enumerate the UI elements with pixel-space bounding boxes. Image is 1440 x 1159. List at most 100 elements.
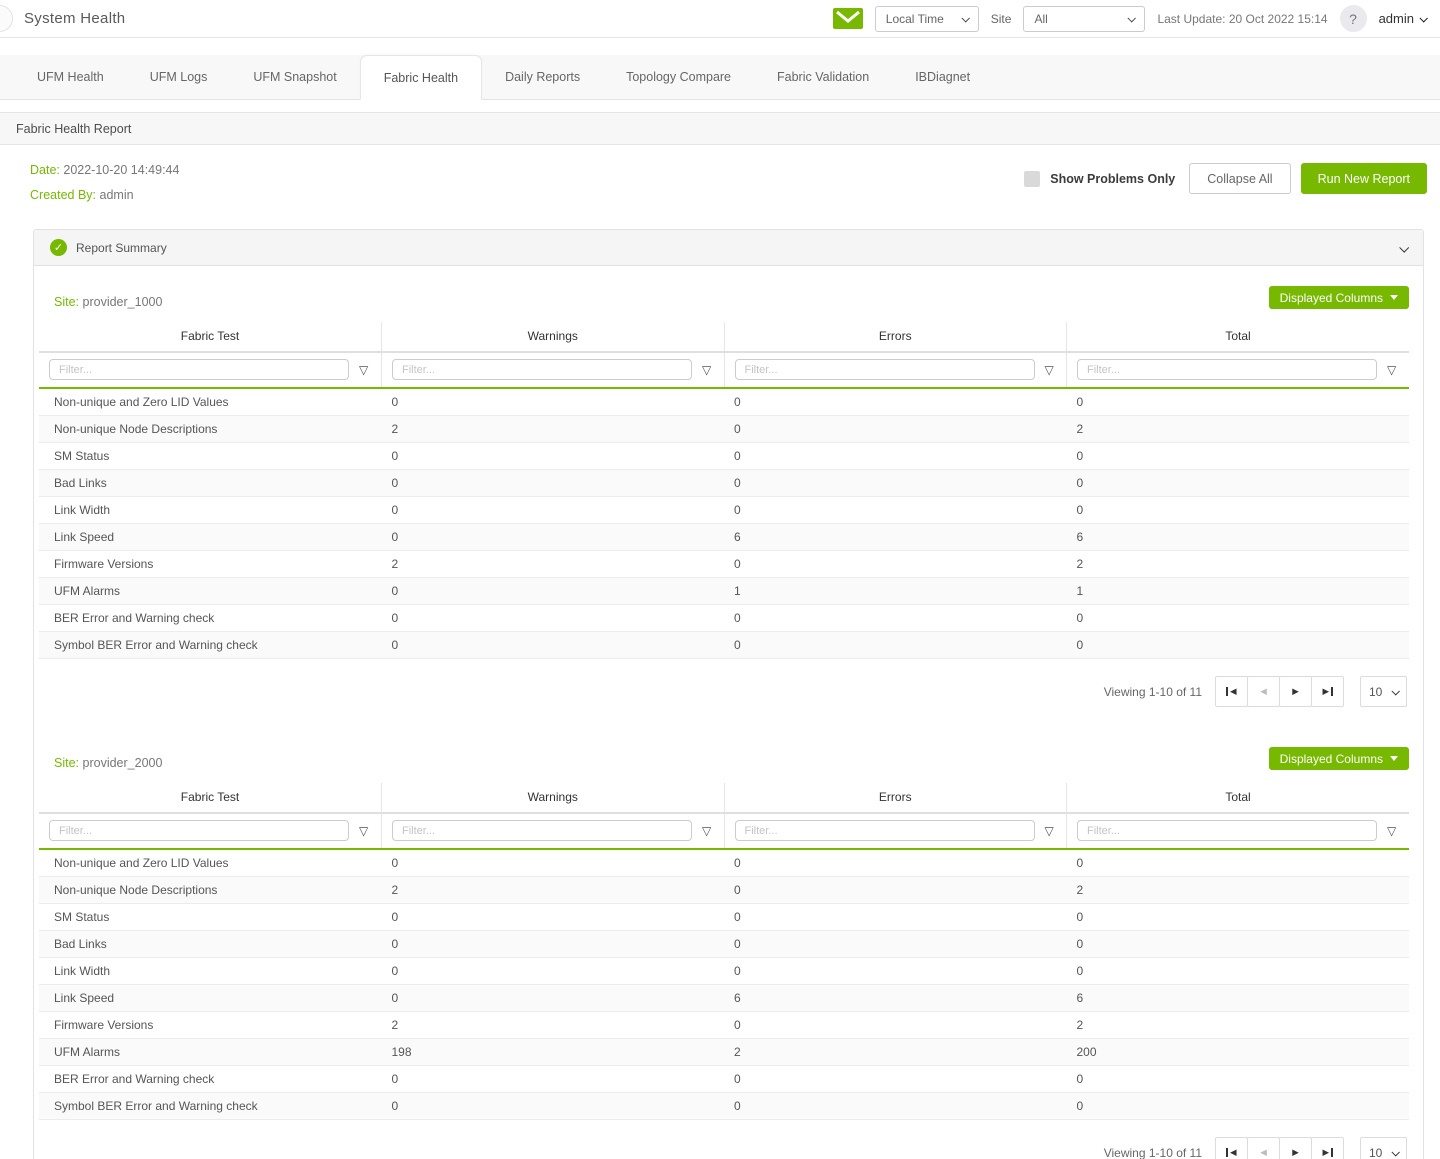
cell-errors: 0 — [724, 1066, 1067, 1093]
page-size-value: 10 — [1369, 685, 1382, 699]
first-page-button[interactable]: ◀ — [1215, 1137, 1248, 1159]
displayed-columns-button[interactable]: Displayed Columns — [1269, 286, 1409, 309]
column-filter-input[interactable] — [1077, 820, 1377, 841]
tab-fabric-health[interactable]: Fabric Health — [360, 55, 482, 100]
page-title: System Health — [24, 10, 125, 27]
column-filter-input[interactable] — [392, 820, 692, 841]
table-row[interactable]: UFM Alarms1982200 — [39, 1039, 1409, 1066]
timezone-select[interactable]: Local Time — [875, 6, 979, 32]
site-line: Site: provider_2000 — [54, 756, 162, 770]
tab-ibdiagnet[interactable]: IBDiagnet — [892, 55, 993, 99]
cell-fabric-test: SM Status — [39, 443, 382, 470]
table-row[interactable]: Firmware Versions202 — [39, 1012, 1409, 1039]
tab-fabric-validation[interactable]: Fabric Validation — [754, 55, 892, 99]
table-row[interactable]: Link Speed066 — [39, 985, 1409, 1012]
date-value: 2022-10-20 14:49:44 — [63, 163, 179, 177]
displayed-columns-button[interactable]: Displayed Columns — [1269, 747, 1409, 770]
column-filter-input[interactable] — [49, 820, 349, 841]
filter-funnel-icon[interactable]: ▽ — [359, 364, 368, 376]
column-header-fabric-test[interactable]: Fabric Test — [39, 322, 382, 352]
cell-errors: 0 — [724, 551, 1067, 578]
timezone-selected-value: Local Time — [886, 12, 944, 26]
previous-page-button[interactable]: ◀ — [1247, 676, 1280, 707]
column-header-warnings[interactable]: Warnings — [382, 783, 725, 813]
table-row[interactable]: Link Width000 — [39, 958, 1409, 985]
filter-funnel-icon[interactable]: ▽ — [702, 825, 711, 837]
table-row[interactable]: BER Error and Warning check000 — [39, 1066, 1409, 1093]
cell-errors: 6 — [724, 985, 1067, 1012]
column-filter-input[interactable] — [1077, 359, 1377, 380]
column-header-errors[interactable]: Errors — [724, 322, 1067, 352]
first-page-button[interactable]: ◀ — [1215, 676, 1248, 707]
column-filter-input[interactable] — [49, 359, 349, 380]
filter-funnel-icon[interactable]: ▽ — [1387, 364, 1396, 376]
filter-funnel-icon[interactable]: ▽ — [1045, 364, 1054, 376]
collapse-all-button[interactable]: Collapse All — [1189, 163, 1290, 194]
table-row[interactable]: Symbol BER Error and Warning check000 — [39, 1093, 1409, 1120]
column-filter-input[interactable] — [735, 359, 1035, 380]
table-row[interactable]: Non-unique Node Descriptions202 — [39, 416, 1409, 443]
site-label: Site: — [54, 756, 79, 770]
last-page-button[interactable]: ▶ — [1311, 676, 1344, 707]
fabric-health-table: Fabric TestWarningsErrorsTotal ▽ ▽ ▽ ▽ N… — [39, 322, 1409, 659]
tab-ufm-snapshot[interactable]: UFM Snapshot — [230, 55, 359, 99]
tab-topology-compare[interactable]: Topology Compare — [603, 55, 754, 99]
table-row[interactable]: UFM Alarms011 — [39, 578, 1409, 605]
column-header-warnings[interactable]: Warnings — [382, 322, 725, 352]
collapse-section-control[interactable] — [1400, 241, 1407, 255]
table-row[interactable]: SM Status000 — [39, 904, 1409, 931]
cell-fabric-test: Non-unique Node Descriptions — [39, 877, 382, 904]
column-header-total[interactable]: Total — [1067, 783, 1410, 813]
cell-total: 0 — [1067, 1093, 1410, 1120]
column-header-errors[interactable]: Errors — [724, 783, 1067, 813]
next-page-button[interactable]: ▶ — [1279, 1137, 1312, 1159]
cell-total: 0 — [1067, 958, 1410, 985]
tab-daily-reports[interactable]: Daily Reports — [482, 55, 603, 99]
filter-funnel-icon[interactable]: ▽ — [359, 825, 368, 837]
next-page-icon: ▶ — [1292, 1147, 1299, 1158]
table-row[interactable]: Firmware Versions202 — [39, 551, 1409, 578]
table-row[interactable]: Non-unique and Zero LID Values000 — [39, 388, 1409, 416]
table-row[interactable]: SM Status000 — [39, 443, 1409, 470]
cell-total: 2 — [1067, 416, 1410, 443]
table-row[interactable]: Non-unique and Zero LID Values000 — [39, 849, 1409, 877]
column-header-total[interactable]: Total — [1067, 322, 1410, 352]
previous-page-button[interactable]: ◀ — [1247, 1137, 1280, 1159]
table-row[interactable]: BER Error and Warning check000 — [39, 605, 1409, 632]
column-filter-input[interactable] — [735, 820, 1035, 841]
table-row[interactable]: Non-unique Node Descriptions202 — [39, 877, 1409, 904]
cell-total: 0 — [1067, 849, 1410, 877]
filter-funnel-icon[interactable]: ▽ — [1387, 825, 1396, 837]
column-filter-input[interactable] — [392, 359, 692, 380]
show-problems-checkbox[interactable] — [1024, 171, 1040, 187]
sidebar-toggle[interactable] — [0, 5, 13, 32]
filter-funnel-icon[interactable]: ▽ — [702, 364, 711, 376]
table-row[interactable]: Symbol BER Error and Warning check000 — [39, 632, 1409, 659]
site-select[interactable]: All — [1023, 6, 1145, 32]
cell-total: 0 — [1067, 632, 1410, 659]
tab-ufm-logs[interactable]: UFM Logs — [127, 55, 231, 99]
table-row[interactable]: Bad Links000 — [39, 470, 1409, 497]
column-header-fabric-test[interactable]: Fabric Test — [39, 783, 382, 813]
table-row[interactable]: Link Width000 — [39, 497, 1409, 524]
report-summary-title: Report Summary — [76, 241, 167, 255]
chevron-down-icon — [1391, 687, 1399, 695]
table-row[interactable]: Bad Links000 — [39, 931, 1409, 958]
mail-icon[interactable] — [833, 8, 863, 29]
tab-ufm-health[interactable]: UFM Health — [14, 55, 127, 99]
cell-total: 6 — [1067, 985, 1410, 1012]
cell-errors: 0 — [724, 388, 1067, 416]
last-page-button[interactable]: ▶ — [1311, 1137, 1344, 1159]
page-size-select[interactable]: 10 — [1360, 1137, 1407, 1159]
user-menu[interactable]: admin — [1379, 11, 1426, 26]
last-page-icon: ▶ — [1322, 686, 1332, 697]
table-row[interactable]: Link Speed066 — [39, 524, 1409, 551]
run-new-report-button[interactable]: Run New Report — [1301, 163, 1427, 194]
next-page-button[interactable]: ▶ — [1279, 676, 1312, 707]
cell-warnings: 2 — [382, 877, 725, 904]
report-summary-header[interactable]: ✓ Report Summary — [34, 230, 1423, 266]
filter-funnel-icon[interactable]: ▽ — [1045, 825, 1054, 837]
page-size-select[interactable]: 10 — [1360, 676, 1407, 707]
cell-fabric-test: Bad Links — [39, 470, 382, 497]
help-icon[interactable]: ? — [1340, 5, 1367, 32]
